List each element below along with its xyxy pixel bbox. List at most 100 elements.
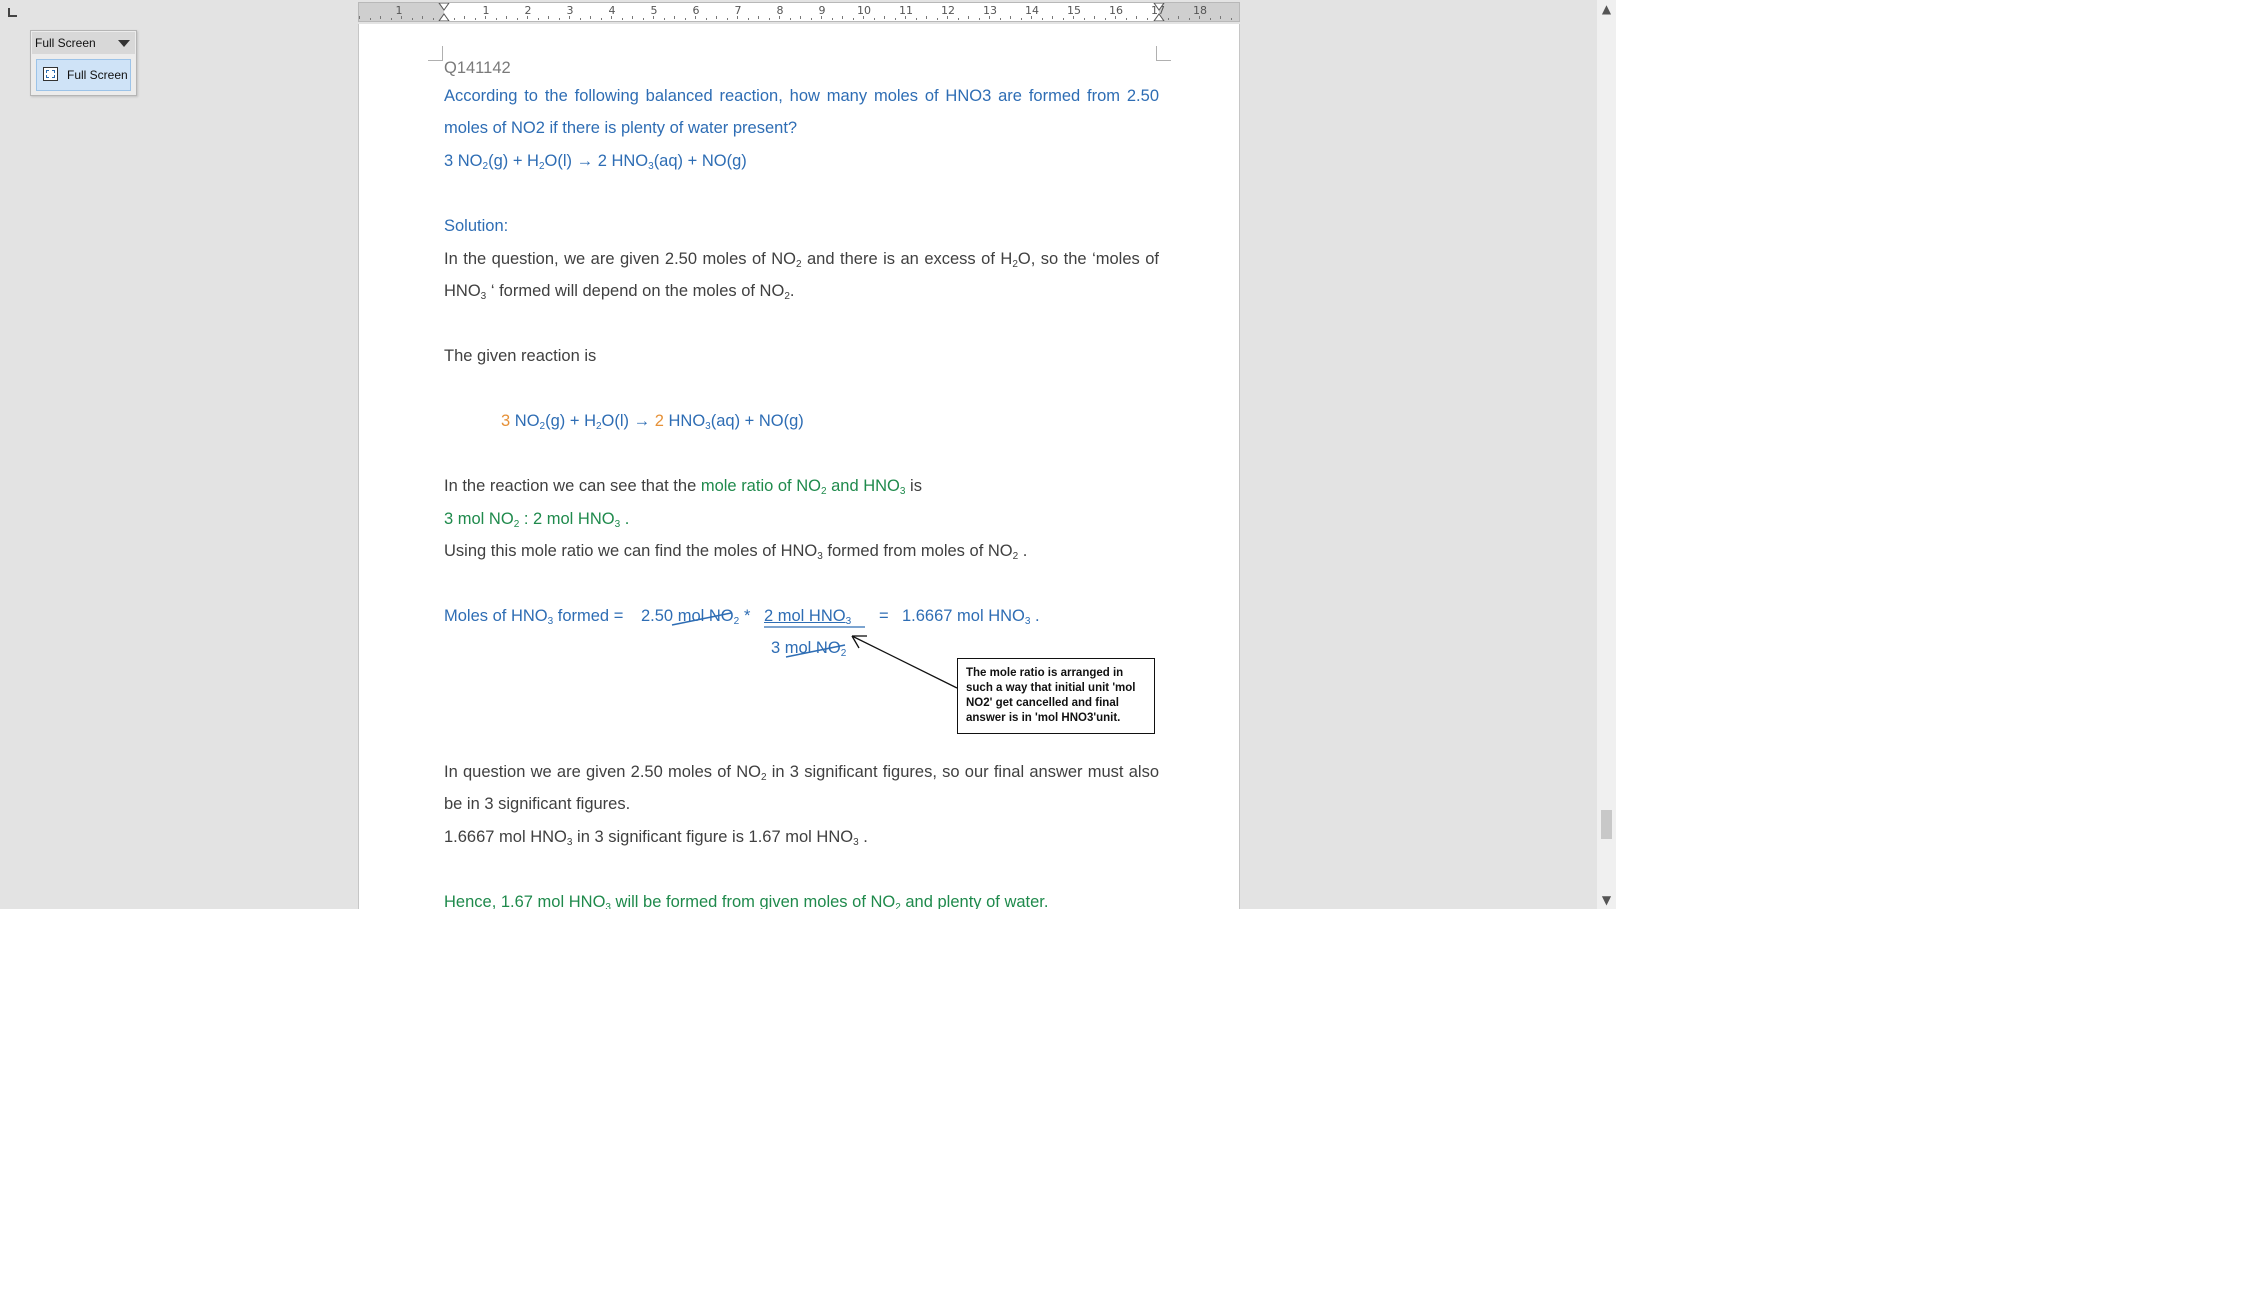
ruler-tick (779, 16, 780, 19)
ruler-tick (821, 16, 822, 19)
ruler-tick (978, 18, 980, 20)
vertical-scrollbar[interactable]: ▲ ▼ (1597, 0, 1616, 909)
ruler-tick (947, 16, 948, 19)
ruler-tick (1104, 18, 1106, 20)
text: formed from moles of NO (822, 542, 1013, 560)
ruler-tick (380, 16, 381, 19)
text: : 2 mol HNO (519, 510, 615, 528)
ruler-tick (359, 16, 360, 19)
ruler-tick (422, 16, 423, 19)
ruler-tick (474, 18, 476, 20)
ruler-tick (926, 16, 927, 19)
equation-part: (aq) + NO(g) (710, 412, 804, 430)
text: is (905, 477, 922, 495)
ruler-tick (758, 16, 759, 19)
text: Hence, 1.67 mol HNO (444, 893, 606, 909)
ruler-tick (495, 18, 497, 20)
chevron-down-icon[interactable] (118, 40, 130, 47)
ruler-tick (695, 16, 696, 19)
ruler-tick (642, 18, 644, 20)
ruler-tick (1041, 18, 1043, 20)
ruler-tick (1031, 16, 1032, 19)
text: O, so the ‘moles of (1017, 250, 1159, 268)
ruler-tick (674, 16, 675, 19)
ruler-number: 8 (776, 4, 784, 17)
ruler-tick (527, 16, 528, 19)
ruler-tick (1020, 18, 1022, 20)
ruler-tick (1136, 16, 1137, 19)
ruler-tick (1230, 18, 1232, 20)
paragraph-1-line-1: In the question, we are given 2.50 moles… (444, 248, 1159, 270)
coefficient: 2 (654, 412, 664, 430)
equation-part: O(l) → 2 HNO (544, 152, 649, 170)
equation-part: HNO (663, 412, 706, 430)
ruler-tick (705, 18, 707, 20)
left-indent-marker-icon[interactable] (438, 3, 450, 21)
ruler-tick (852, 18, 854, 20)
calc-result: 1.6667 mol HNO3 . (902, 605, 1040, 627)
ruler-tick (1167, 18, 1169, 20)
final-answer: Hence, 1.67 mol HNO3 will be formed from… (444, 891, 1159, 909)
full-screen-toolbar: Full Screen Full Screen (30, 30, 137, 96)
ruler-number: 13 (983, 4, 997, 17)
full-screen-button[interactable]: Full Screen (36, 59, 131, 91)
ruler-tick (1062, 18, 1064, 20)
full-screen-toolbar-title[interactable]: Full Screen (32, 32, 135, 54)
ruler-number: 12 (941, 4, 955, 17)
paragraph-1-line-2: HNO3 ‘ formed will depend on the moles o… (444, 280, 1159, 302)
ruler-tick (789, 18, 791, 20)
text: In the reaction we can see that the (444, 477, 701, 495)
text: . (1030, 607, 1040, 625)
ruler-tick (569, 16, 570, 19)
scroll-up-icon[interactable]: ▲ (1597, 0, 1616, 18)
callout-note[interactable]: The mole ratio is arranged in such a way… (957, 658, 1155, 734)
question-line-1: According to the following balanced reac… (444, 87, 1159, 105)
ruler-tick (506, 16, 507, 19)
calc-denominator: 3 mol NO2 (771, 637, 846, 659)
ruler-number: 15 (1067, 4, 1081, 17)
ruler-tick (653, 16, 654, 19)
solution-label: Solution: (444, 217, 509, 235)
ruler-tick (485, 16, 486, 19)
ruler-tick (1178, 16, 1179, 19)
callout-arrow-line (851, 635, 958, 689)
equation-part: 3 NO (444, 152, 483, 170)
ruler-tick (663, 18, 665, 20)
ruler-tick (1052, 16, 1053, 19)
ruler-tick (894, 18, 896, 20)
given-reaction-label: The given reaction is (444, 347, 597, 365)
ruler-tick (1115, 16, 1116, 19)
text: ‘ formed will depend on the moles of NO (486, 282, 785, 300)
full-screen-icon (43, 67, 58, 81)
ruler-tick (957, 18, 959, 20)
coefficient: 3 (501, 412, 511, 430)
equation-part: (g) + H (545, 412, 596, 430)
ruler-number: 3 (566, 4, 574, 17)
scrollbar-thumb[interactable] (1601, 810, 1612, 839)
ruler-tick (989, 16, 990, 19)
text: and HNO (826, 477, 900, 495)
ruler-tick (453, 18, 455, 20)
text: in 3 significant figure is 1.67 mol HNO (572, 828, 854, 846)
ruler-tick (390, 18, 392, 20)
document-page[interactable]: Q141142 According to the following balan… (358, 24, 1240, 909)
text: 2 mol HNO (764, 607, 846, 625)
text: . (789, 282, 795, 300)
text: will be formed from given moles of NO (610, 893, 896, 909)
ruler-number: 18 (1193, 4, 1207, 17)
mole-ratio-sentence: In the reaction we can see that the mole… (444, 475, 1159, 497)
scroll-down-icon[interactable]: ▼ (1597, 891, 1616, 909)
horizontal-ruler[interactable]: 1 1 2 3 4 5 6 7 8 9 10 11 12 13 14 15 16 17 18 (358, 2, 1240, 22)
ruler-number: 2 (524, 4, 532, 17)
text: . (620, 510, 630, 528)
ruler-number: 9 (818, 4, 826, 17)
ruler-tick (737, 16, 738, 19)
subscript: 2 (840, 648, 847, 659)
tab-stop-selector[interactable] (8, 8, 17, 17)
right-indent-marker-icon[interactable] (1153, 3, 1165, 21)
text: In question we are given 2.50 moles of N… (444, 763, 761, 781)
ruler-number: 1 (482, 4, 490, 17)
ruler-tick (1199, 16, 1200, 19)
ruler-tick (411, 18, 413, 20)
text: formed = (553, 607, 624, 625)
